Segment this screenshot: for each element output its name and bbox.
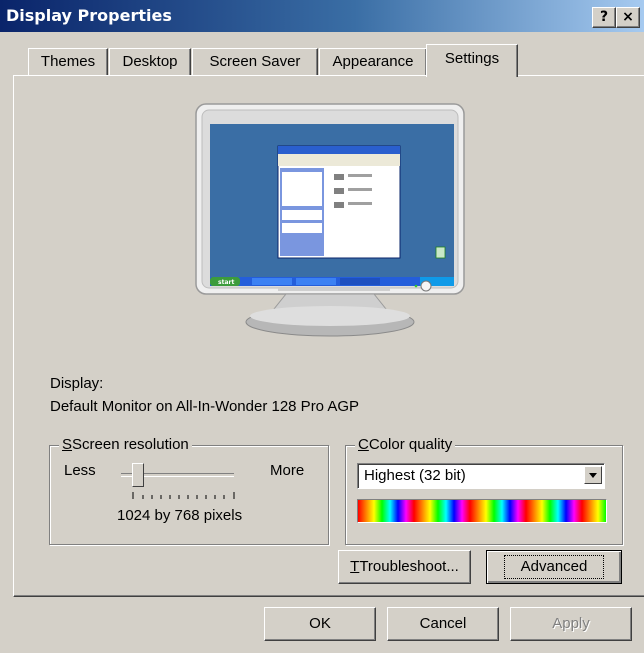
color-quality-select[interactable]: Highest (32 bit)	[357, 463, 605, 489]
apply-button[interactable]: Apply	[510, 607, 632, 641]
chevron-down-icon	[589, 473, 597, 478]
advanced-button[interactable]: Advanced	[486, 550, 622, 584]
color-quality-value: Highest (32 bit)	[364, 467, 466, 484]
tab-themes[interactable]: Themes	[28, 48, 108, 75]
display-device: Default Monitor on All-In-Wonder 128 Pro…	[50, 398, 360, 415]
tab-desktop[interactable]: Desktop	[109, 48, 191, 75]
tab-settings[interactable]: Settings	[426, 44, 518, 77]
resolution-slider-ticks	[132, 492, 235, 499]
window-title: Display Properties	[6, 6, 172, 25]
tab-screen-saver[interactable]: Screen Saver	[192, 48, 318, 75]
help-button[interactable]: ?	[592, 7, 616, 28]
color-quality-title: CColor quality	[355, 436, 456, 453]
monitor-preview: start	[195, 103, 465, 337]
color-quality-group: CColor quality	[345, 436, 623, 545]
start-label: start	[218, 279, 234, 286]
color-spectrum-preview	[357, 499, 607, 523]
display-label: Display:	[50, 375, 104, 392]
title-bar: Display Properties ? ×	[0, 0, 644, 32]
settings-panel: start Display: Default Monitor on All-In…	[13, 75, 644, 597]
screen-resolution-title: SScreen resolution	[59, 436, 192, 453]
close-button[interactable]: ×	[616, 7, 640, 28]
dropdown-arrow-button[interactable]	[584, 466, 602, 484]
resolution-slider-thumb[interactable]	[132, 463, 144, 487]
resolution-value: 1024 by 768 pixels	[117, 507, 243, 524]
resolution-less-label: Less	[64, 462, 96, 479]
cancel-button[interactable]: Cancel	[387, 607, 499, 641]
tab-appearance[interactable]: Appearance	[319, 48, 427, 75]
ok-button[interactable]: OK	[264, 607, 376, 641]
troubleshoot-button[interactable]: TTroubleshoot...	[338, 550, 471, 584]
resolution-more-label: More	[270, 462, 305, 479]
